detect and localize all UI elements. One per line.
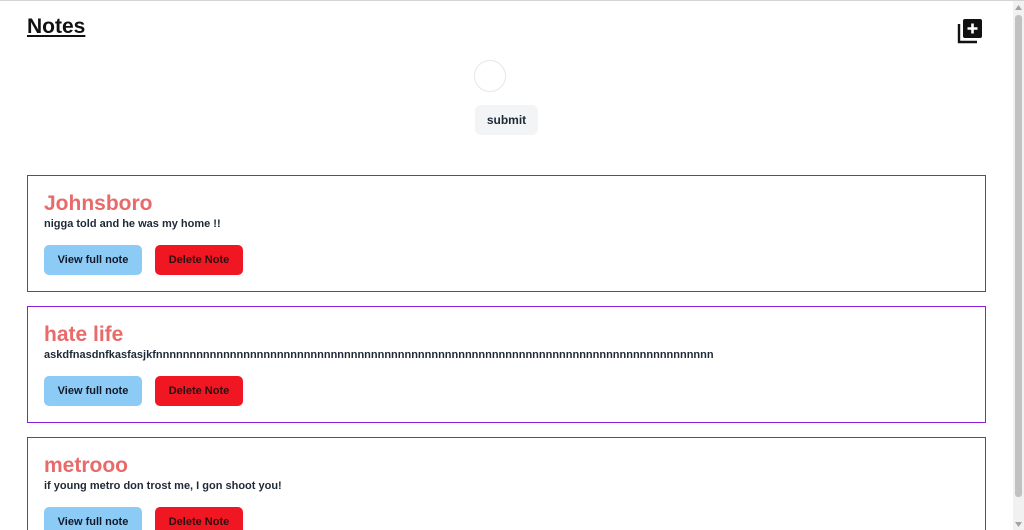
note-body: askdfnasdnfkasfasjkfnnnnnnnnnnnnnnnnnnnn… bbox=[44, 349, 714, 361]
delete-note-button[interactable]: Delete Note bbox=[155, 507, 243, 530]
scrollbar-thumb[interactable] bbox=[1015, 15, 1022, 497]
note-title: Johnsboro bbox=[44, 192, 153, 215]
page-title: Notes bbox=[27, 15, 86, 38]
note-title: hate life bbox=[44, 323, 124, 346]
note-card: Johnsboro nigga told and he was my home … bbox=[27, 175, 986, 292]
notes-page: Notes submit Johnsboro nigga told and he… bbox=[0, 1, 1013, 530]
add-note-icon bbox=[957, 19, 982, 44]
note-body: if young metro don trost me, I gon shoot… bbox=[44, 480, 282, 492]
note-card: hate life askdfnasdnfkasfasjkfnnnnnnnnnn… bbox=[27, 306, 986, 423]
view-full-note-button[interactable]: View full note bbox=[44, 507, 142, 530]
view-full-note-button[interactable]: View full note bbox=[44, 245, 142, 275]
note-title: metrooo bbox=[44, 454, 128, 477]
delete-note-button[interactable]: Delete Note bbox=[155, 245, 243, 275]
note-card: metrooo if young metro don trost me, I g… bbox=[27, 437, 986, 530]
note-body: nigga told and he was my home !! bbox=[44, 218, 221, 230]
delete-note-button[interactable]: Delete Note bbox=[155, 376, 243, 406]
note-input-circle[interactable] bbox=[474, 60, 506, 92]
view-full-note-button[interactable]: View full note bbox=[44, 376, 142, 406]
scroll-down-arrow-icon[interactable] bbox=[1013, 518, 1024, 530]
submit-button[interactable]: submit bbox=[475, 105, 538, 135]
add-note-button[interactable] bbox=[956, 17, 984, 45]
scroll-up-arrow-icon[interactable] bbox=[1013, 1, 1024, 13]
